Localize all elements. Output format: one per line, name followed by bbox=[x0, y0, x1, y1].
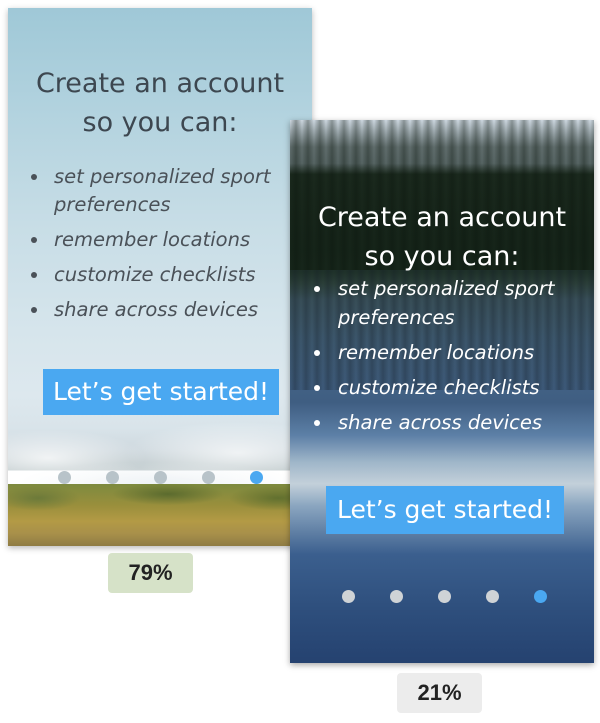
list-item: remember locations bbox=[8, 226, 312, 254]
page-dot[interactable] bbox=[342, 590, 355, 603]
list-item: customize checklists bbox=[290, 373, 594, 402]
list-item: remember locations bbox=[290, 338, 594, 367]
title-line-2: so you can: bbox=[364, 241, 520, 272]
list-item-line-2: preferences bbox=[338, 306, 455, 329]
page-title: Create an account so you can: bbox=[8, 64, 312, 142]
page-dot[interactable] bbox=[58, 471, 71, 484]
bullet-icon bbox=[31, 174, 37, 180]
list-item-line-1: remember locations bbox=[54, 228, 251, 251]
page-dot[interactable] bbox=[202, 471, 215, 484]
benefit-list: set personalized sport preferences remem… bbox=[8, 158, 312, 324]
page-indicator bbox=[58, 471, 263, 484]
bullet-icon bbox=[314, 350, 320, 356]
page-dot-active[interactable] bbox=[250, 471, 263, 484]
grass-field-background bbox=[8, 484, 312, 546]
variant-b-percent-badge: 21% bbox=[397, 673, 482, 713]
list-item: set personalized sport preferences bbox=[290, 274, 594, 332]
bullet-icon bbox=[31, 307, 37, 313]
bullet-icon bbox=[314, 420, 320, 426]
bullet-icon bbox=[31, 272, 37, 278]
title-line-2: so you can: bbox=[82, 107, 238, 138]
list-item-line-1: customize checklists bbox=[54, 263, 256, 286]
variant-b-screen: Create an account so you can: set person… bbox=[290, 120, 594, 663]
list-item-line-1: share across devices bbox=[54, 298, 259, 321]
bullet-icon bbox=[31, 237, 37, 243]
bullet-icon bbox=[314, 286, 320, 292]
list-item-line-2: preferences bbox=[54, 193, 171, 216]
title-line-1: Create an account bbox=[35, 68, 285, 99]
page-dot-active[interactable] bbox=[534, 590, 547, 603]
page-dot[interactable] bbox=[438, 590, 451, 603]
list-item: share across devices bbox=[290, 408, 594, 437]
page-dot[interactable] bbox=[486, 590, 499, 603]
benefit-list: set personalized sport preferences remem… bbox=[290, 274, 594, 437]
page-indicator bbox=[342, 590, 547, 603]
page-dot[interactable] bbox=[106, 471, 119, 484]
get-started-button[interactable]: Let’s get started! bbox=[326, 486, 564, 534]
list-item-line-1: share across devices bbox=[338, 411, 543, 434]
variant-a-percent-badge: 79% bbox=[108, 553, 193, 593]
page-dot[interactable] bbox=[154, 471, 167, 484]
list-item: set personalized sport preferences bbox=[8, 163, 312, 219]
list-item-line-1: set personalized sport bbox=[338, 277, 555, 300]
get-started-button[interactable]: Let’s get started! bbox=[43, 369, 279, 415]
list-item-line-1: remember locations bbox=[338, 341, 535, 364]
list-item: share across devices bbox=[8, 296, 312, 324]
page-dot[interactable] bbox=[390, 590, 403, 603]
page-title: Create an account so you can: bbox=[290, 198, 594, 276]
title-line-1: Create an account bbox=[317, 202, 567, 233]
list-item: customize checklists bbox=[8, 261, 312, 289]
list-item-line-1: customize checklists bbox=[338, 376, 540, 399]
variant-a-screen: Create an account so you can: set person… bbox=[8, 8, 312, 546]
list-item-line-1: set personalized sport bbox=[54, 165, 271, 188]
bullet-icon bbox=[314, 385, 320, 391]
